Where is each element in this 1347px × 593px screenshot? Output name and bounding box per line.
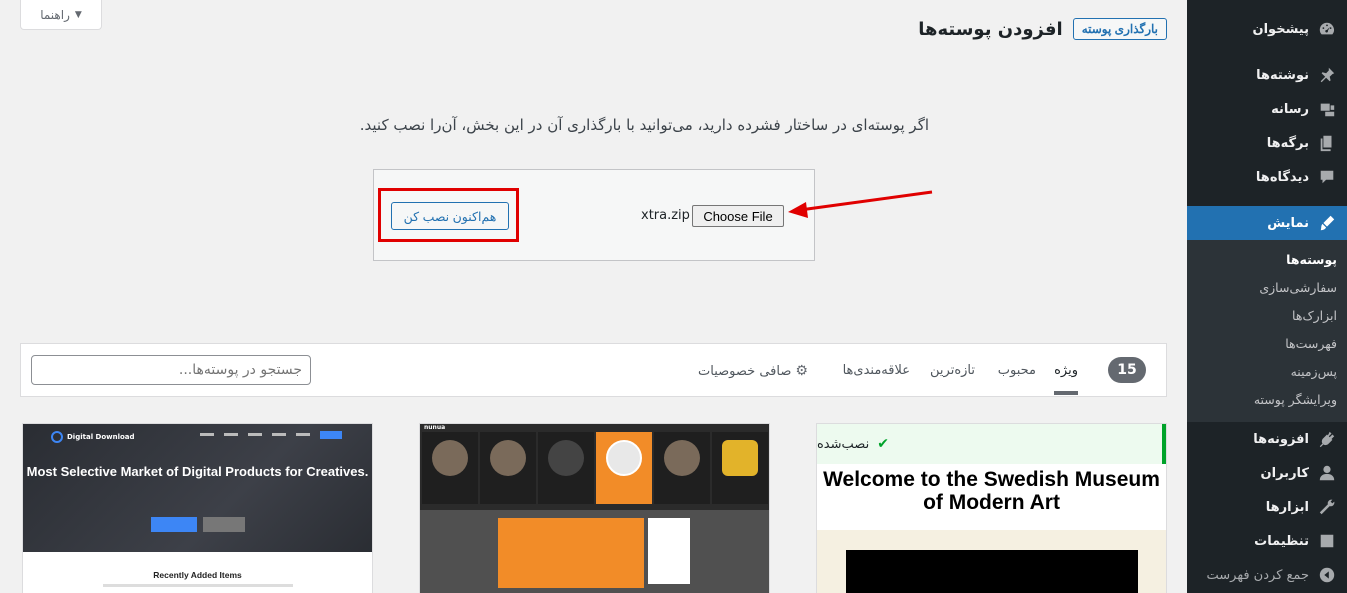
highlight-box: هم‌اکنون نصب کن [378,188,519,242]
caret-down-icon: ▼ [74,9,82,20]
sidebar-item-users[interactable]: کاربران [1187,456,1347,490]
upload-form: هم‌اکنون نصب کن xtra.zip Choose File [373,169,815,261]
installed-label: نصب‌شده [817,436,870,452]
page-header: افزودن پوسته‌ها بارگذاری پوسته [918,18,1167,40]
preview-white-panel [648,518,690,584]
sidebar-item-label: افزونه‌ها [1253,431,1309,447]
pin-icon [1317,65,1337,85]
settings-icon [1317,531,1337,551]
sidebar-item-label: کاربران [1260,465,1309,481]
sidebar-item-label: جمع کردن فهرست [1206,567,1309,583]
gear-icon: ⚙ [795,363,808,379]
install-now-button[interactable]: هم‌اکنون نصب کن [391,202,509,230]
feature-filter-label: صافی خصوصیات [698,363,792,379]
theme-brand-text: Digital Download [67,433,135,441]
theme-filter-bar: 15 ویژه محبوب تازه‌ترین علاقه‌مندی‌ها ⚙ … [20,343,1167,397]
preview-column [596,432,652,504]
preview-text-line [103,584,293,587]
sidebar-item-comments[interactable]: دیدگاه‌ها [1187,160,1347,194]
preview-column [654,432,710,504]
sidebar-item-appearance[interactable]: نمایش [1187,206,1347,240]
upload-description: اگر پوسته‌ای در ساختار فشرده دارید، می‌ت… [359,116,929,134]
media-icon [1317,99,1337,119]
preview-dark-panel [846,550,1138,593]
dashboard-icon [1317,19,1337,39]
theme-card[interactable]: nunua [419,423,770,593]
selected-file-name: xtra.zip [641,208,690,223]
submenu-item-themes[interactable]: پوسته‌ها [1187,246,1347,274]
feature-filter-button[interactable]: ⚙ صافی خصوصیات [698,363,808,379]
sidebar-item-plugins[interactable]: افزونه‌ها [1187,422,1347,456]
theme-screenshot [23,424,372,552]
page-title: افزودن پوسته‌ها [918,18,1063,40]
pages-icon [1317,133,1337,153]
tab-favorites[interactable]: علاقه‌مندی‌ها [843,363,910,378]
sidebar-item-label: پیشخوان [1252,21,1310,37]
submenu-item-menus[interactable]: فهرست‌ها [1187,330,1347,358]
submenu-item-widgets[interactable]: ابزارک‌ها [1187,302,1347,330]
sidebar-item-label: نمایش [1267,215,1309,231]
sidebar-item-label: نوشته‌ها [1256,67,1309,83]
tab-featured[interactable]: ویژه [1054,363,1078,395]
preview-button-shape [203,517,245,532]
sidebar-item-label: تنظیمات [1254,533,1309,549]
appearance-submenu: پوسته‌ها سفارشی‌سازی ابزارک‌ها فهرست‌ها … [1187,240,1347,422]
sidebar-item-label: دیدگاه‌ها [1255,169,1309,185]
theme-nav-preview [200,431,342,439]
submenu-item-background[interactable]: پس‌زمینه [1187,358,1347,386]
choose-file-button[interactable]: Choose File [692,205,784,227]
theme-card[interactable]: ✔ نصب‌شده Welcome to the Swedish Museum … [816,423,1167,593]
collapse-icon [1317,565,1337,585]
submenu-item-theme-editor[interactable]: ویرایشگر پوسته [1187,386,1347,414]
installed-notice: ✔ نصب‌شده [817,424,1166,464]
plugins-icon [1317,429,1337,449]
sidebar-item-tools[interactable]: ابزارها [1187,490,1347,524]
comments-icon [1317,167,1337,187]
sidebar-item-label: رسانه [1271,101,1309,117]
help-label: راهنما [40,7,70,22]
tools-icon [1317,497,1337,517]
sidebar-item-label: برگه‌ها [1266,135,1309,151]
sidebar-item-posts[interactable]: نوشته‌ها [1187,58,1347,92]
appearance-icon [1317,213,1337,233]
preview-column [480,432,536,504]
tab-popular[interactable]: محبوب [998,363,1036,378]
users-icon [1317,463,1337,483]
theme-hero-title: Welcome to the Swedish Museum of Modern … [823,468,1160,514]
annotation-arrow-icon [788,190,933,218]
sidebar-collapse-menu[interactable]: جمع کردن فهرست [1187,558,1347,592]
submenu-item-customize[interactable]: سفارشی‌سازی [1187,274,1347,302]
theme-brand: Digital Download [51,431,135,443]
tab-latest[interactable]: تازه‌ترین [930,363,975,378]
preview-column [422,432,478,504]
admin-sidebar: پیشخوان نوشته‌ها رسانه برگه‌ها دیدگاه‌ها… [1187,0,1347,593]
sidebar-item-settings[interactable]: تنظیمات [1187,524,1347,558]
preview-column [538,432,594,504]
theme-card[interactable]: Digital Download Most Selective Market o… [22,423,373,593]
logo-icon [51,431,63,443]
theme-recent-heading: Recently Added Items [153,570,242,580]
sidebar-item-dashboard[interactable]: پیشخوان [1187,12,1347,46]
upload-theme-button[interactable]: بارگذاری پوسته [1072,18,1167,40]
preview-orange-panel [498,518,644,588]
theme-search-input[interactable] [31,355,311,385]
help-tab[interactable]: راهنما ▼ [20,0,102,30]
theme-brand: nunua [424,424,446,431]
checkmark-icon: ✔ [877,436,889,452]
sidebar-item-media[interactable]: رسانه [1187,92,1347,126]
theme-hero-title: Most Selective Market of Digital Product… [26,464,369,479]
preview-button-shape [151,517,197,532]
theme-screenshot: nunua [420,424,769,510]
preview-column [712,432,768,504]
sidebar-item-pages[interactable]: برگه‌ها [1187,126,1347,160]
theme-count-badge: 15 [1108,357,1146,383]
sidebar-item-label: ابزارها [1265,499,1309,515]
